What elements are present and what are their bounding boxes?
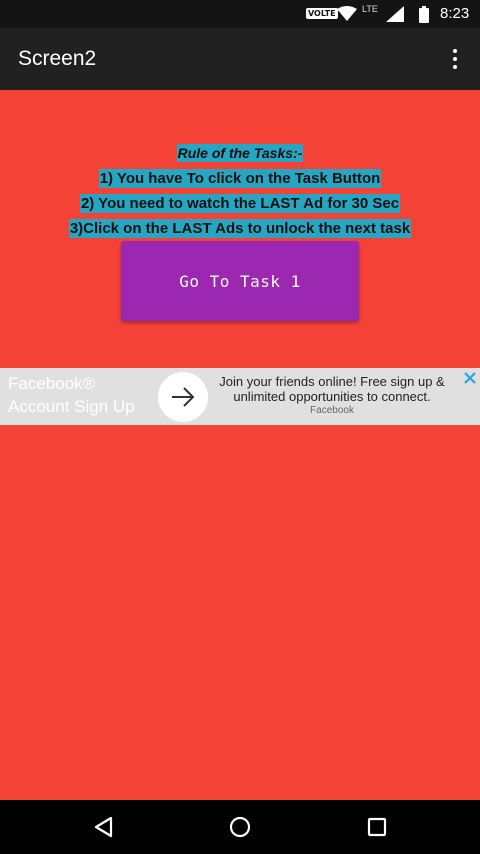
arrow-right-icon <box>172 387 195 407</box>
close-icon[interactable] <box>462 370 478 386</box>
back-icon <box>94 816 113 838</box>
app-bar: Screen2 <box>0 28 480 90</box>
battery-icon <box>419 6 429 23</box>
go-to-task-button[interactable]: Go To Task 1 <box>121 241 359 321</box>
overflow-dot <box>453 65 457 69</box>
wifi-icon <box>337 6 357 21</box>
rule-line-3: 3)Click on the LAST Ads to unlock the ne… <box>0 216 480 241</box>
volte-badge: VOLTE <box>306 8 338 19</box>
rule-item-3: 3)Click on the LAST Ads to unlock the ne… <box>68 219 412 238</box>
signal-icon <box>386 6 404 22</box>
rule-item-2: 2) You need to watch the LAST Ad for 30 … <box>79 194 401 213</box>
nav-home-button[interactable] <box>225 812 255 842</box>
home-icon <box>229 816 251 838</box>
more-vert-icon[interactable] <box>443 46 467 72</box>
ad-arrow-button[interactable] <box>158 372 208 422</box>
task-rules: Rule of the Tasks:- 1) You have To click… <box>0 141 480 241</box>
navigation-bar <box>0 800 480 854</box>
rule-line-2: 2) You need to watch the LAST Ad for 30 … <box>0 191 480 216</box>
nav-back-button[interactable] <box>88 812 118 842</box>
rules-heading-line: Rule of the Tasks:- <box>0 141 480 166</box>
rules-heading: Rule of the Tasks:- <box>176 144 304 162</box>
nav-recents-button[interactable] <box>362 812 392 842</box>
ad-banner[interactable]: Facebook® Account Sign Up Join your frie… <box>0 368 480 425</box>
rule-line-1: 1) You have To click on the Task Button <box>0 166 480 191</box>
overflow-dot <box>453 57 457 61</box>
status-bar: VOLTE LTE 8:23 <box>0 0 480 28</box>
rule-item-1: 1) You have To click on the Task Button <box>98 169 382 188</box>
page-title: Screen2 <box>18 47 97 70</box>
status-time: 8:23 <box>440 5 470 22</box>
ad-description[interactable]: Join your friends online! Free sign up &… <box>214 374 450 404</box>
ad-source: Facebook <box>310 405 354 416</box>
network-type: LTE <box>362 4 378 14</box>
recents-icon <box>367 817 387 837</box>
ad-title[interactable]: Facebook® Account Sign Up <box>8 372 158 418</box>
overflow-dot <box>453 49 457 53</box>
